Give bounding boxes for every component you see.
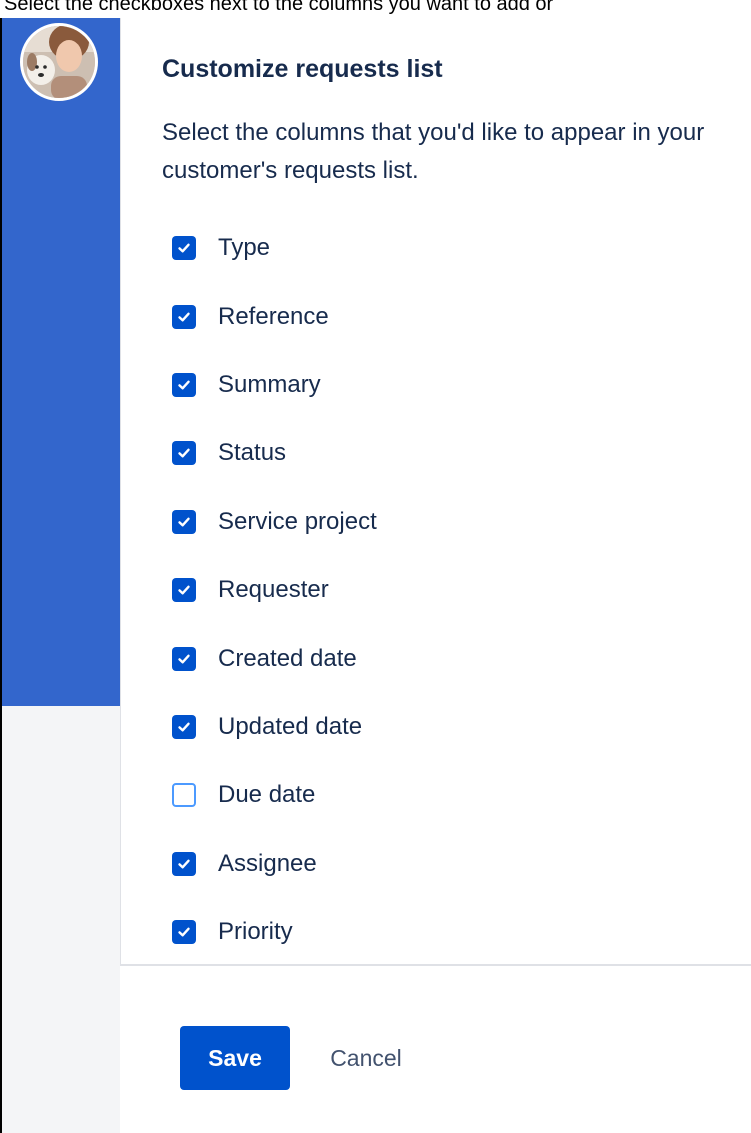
cancel-button[interactable]: Cancel [304,1026,428,1090]
checkbox-checked[interactable] [172,509,196,534]
column-option[interactable]: Due date [172,761,377,829]
checkmark-icon [178,243,190,253]
column-option[interactable]: Assignee [172,830,377,898]
checkbox-checked[interactable] [172,578,196,603]
user-avatar-photo [23,26,95,98]
column-option-label: Assignee [218,849,317,877]
column-option[interactable]: Reference [172,282,377,350]
column-option[interactable]: Updated date [172,693,377,761]
checkmark-icon [178,859,190,869]
column-option[interactable]: Requester [172,556,377,624]
checkbox-unchecked[interactable] [172,783,196,808]
instruction-text: Select the checkboxes next to the column… [4,0,554,15]
column-list: Type Reference Summary Status Service projec… [172,214,377,966]
checkbox-checked[interactable] [172,441,196,466]
column-option-label: Priority [218,918,293,946]
column-option-label: Requester [218,576,329,604]
checkbox-checked[interactable] [172,714,196,739]
sidebar-nav [2,18,120,706]
panel-description: Select the columns that you'd like to ap… [162,119,705,184]
save-button[interactable]: Save [180,1026,290,1090]
checkbox-checked[interactable] [172,372,196,397]
column-option[interactable]: Status [172,419,377,487]
column-option-label: Created date [218,644,357,672]
checkmark-icon [178,380,190,390]
column-option[interactable]: Summary [172,351,377,419]
avatar[interactable] [20,23,98,101]
checkmark-icon [178,585,190,595]
panel-title: Customize requests list [162,55,443,83]
column-option-label: Summary [218,370,321,398]
checkbox-checked[interactable] [172,236,196,261]
checkmark-icon [178,927,190,937]
checkbox-checked[interactable] [172,646,196,671]
column-option[interactable]: Type [172,214,377,282]
checkmark-icon [178,654,190,664]
column-option-label: Type [218,234,271,262]
column-option-label: Updated date [218,712,363,740]
column-option-label: Service project [218,507,377,535]
checkbox-checked[interactable] [172,851,196,876]
column-option[interactable]: Priority [172,898,377,966]
checkmark-icon [178,517,190,527]
checkbox-checked[interactable] [172,920,196,945]
column-option-label: Due date [218,781,316,809]
checkmark-icon [178,448,190,458]
checkmark-icon [178,312,190,322]
sidebar-footer [2,706,120,1133]
checkbox-checked[interactable] [172,304,196,329]
column-option[interactable]: Service project [172,488,377,556]
column-option-label: Reference [218,302,329,330]
checkmark-icon [178,722,190,732]
column-option[interactable]: Created date [172,624,377,692]
column-option-label: Status [218,439,287,467]
